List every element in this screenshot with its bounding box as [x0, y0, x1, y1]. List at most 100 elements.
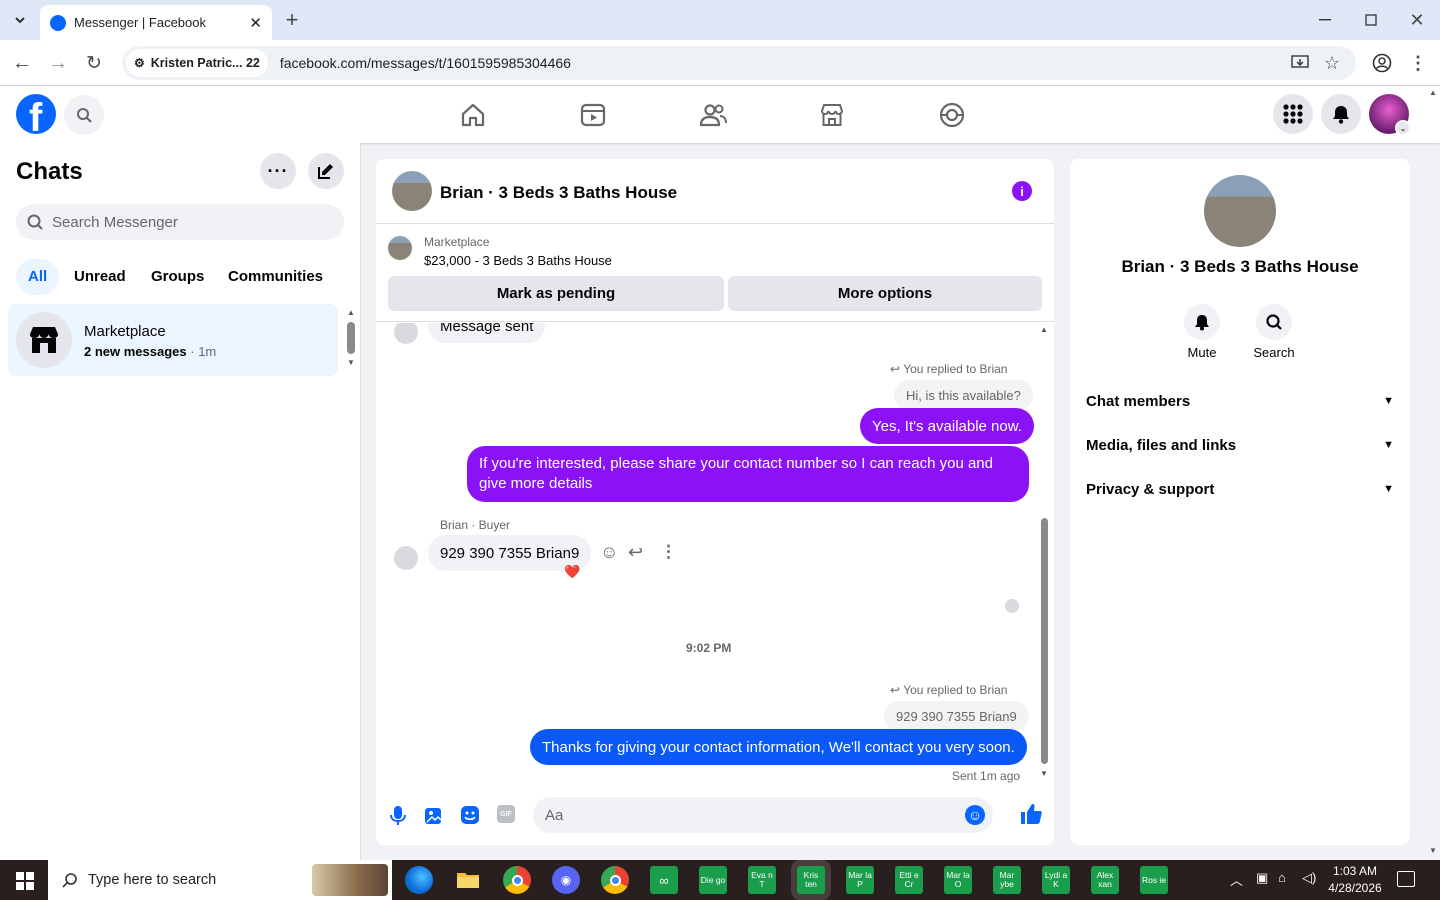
facebook-search-button[interactable]: [64, 95, 104, 135]
filter-all[interactable]: All: [16, 259, 60, 295]
friends-icon[interactable]: [698, 100, 728, 130]
outgoing-message[interactable]: If you're interested, please share your …: [467, 446, 1029, 502]
listing-thumbnail[interactable]: [388, 236, 412, 260]
volume-icon[interactable]: ◁): [1302, 870, 1316, 886]
emoji-icon[interactable]: ☺: [965, 805, 985, 825]
filter-communities[interactable]: Communities: [216, 259, 335, 295]
react-emoji-icon[interactable]: ☺: [600, 542, 618, 563]
taskbar-app-icon[interactable]: ∞: [650, 866, 678, 894]
chat-options-button[interactable]: ···: [260, 153, 296, 189]
taskbar-app-evan[interactable]: Eva n T: [748, 866, 776, 894]
thread-scrollbar[interactable]: ▲ ▼: [1038, 323, 1050, 787]
taskbar-search-box[interactable]: Type here to search: [48, 860, 392, 900]
details-avatar[interactable]: [1204, 175, 1276, 247]
privacy-support-section[interactable]: Privacy & support ▼: [1086, 473, 1394, 505]
taskbar-app-lydia[interactable]: Lydi a K: [1042, 866, 1070, 894]
taskbar-app-rosie[interactable]: Ros ie: [1140, 866, 1168, 894]
windows-taskbar: Type here to search ◉ ∞ Die go Eva n T K…: [0, 860, 1440, 900]
more-options-button[interactable]: More options: [728, 276, 1042, 311]
network-icon[interactable]: ⌂: [1278, 870, 1286, 885]
outgoing-message[interactable]: Thanks for giving your contact informati…: [530, 729, 1027, 765]
facebook-favicon-icon: [50, 14, 66, 31]
facebook-logo-icon[interactable]: f: [16, 94, 56, 134]
buyer-avatar: [394, 546, 418, 570]
taskbar-app-marla-p[interactable]: Mar la P: [846, 866, 874, 894]
clock[interactable]: 1:03 AM 4/28/2026: [1324, 863, 1386, 897]
chrome-profile-icon[interactable]: [601, 866, 629, 894]
filter-unread[interactable]: Unread: [62, 259, 138, 295]
tray-chevron-icon[interactable]: ︿: [1230, 870, 1243, 889]
notifications-button[interactable]: [1321, 94, 1361, 134]
home-icon[interactable]: [458, 100, 488, 130]
chevron-down-icon: ▼: [1383, 395, 1394, 407]
chrome-icon[interactable]: [503, 866, 531, 894]
mute-button[interactable]: [1184, 304, 1220, 340]
chrome-profile-icon[interactable]: [1370, 51, 1394, 75]
search-conversation-button[interactable]: [1256, 304, 1292, 340]
taskbar-app-marla-o[interactable]: Mar la O: [944, 866, 972, 894]
back-icon[interactable]: ←: [10, 51, 34, 75]
tray-meet-icon[interactable]: ▣: [1256, 870, 1268, 886]
file-explorer-icon[interactable]: [454, 866, 482, 894]
bookmark-star-icon[interactable]: ☆: [1320, 51, 1344, 75]
sticker-icon[interactable]: [460, 805, 480, 825]
marketplace-icon[interactable]: [817, 100, 847, 130]
conversation-avatar[interactable]: [392, 171, 432, 211]
sidebar-scrollbar[interactable]: ▲ ▼: [346, 308, 356, 368]
page-scrollbar[interactable]: ▲ ▼: [1426, 86, 1440, 860]
more-actions-icon[interactable]: ⋮: [660, 542, 677, 562]
reload-icon[interactable]: ↻: [82, 51, 106, 75]
filter-groups[interactable]: Groups: [139, 259, 216, 295]
site-info-chip[interactable]: ⚙ Kristen Patric... 22: [126, 49, 268, 77]
conversation-info-icon[interactable]: i: [1012, 181, 1032, 201]
outgoing-message[interactable]: Yes, It's available now.: [860, 408, 1034, 444]
gaming-icon[interactable]: [937, 100, 967, 130]
edge-icon[interactable]: [405, 866, 433, 894]
conversation-header: Brian · 3 Beds 3 Baths House i: [376, 159, 1054, 224]
forward-icon[interactable]: →: [46, 51, 70, 75]
chat-members-section[interactable]: Chat members ▼: [1086, 385, 1394, 417]
minimize-icon[interactable]: [1313, 8, 1337, 32]
notification-center-icon[interactable]: [1397, 871, 1415, 887]
omnibox[interactable]: ⚙ Kristen Patric... 22 facebook.com/mess…: [122, 46, 1356, 80]
account-avatar[interactable]: ⌄: [1369, 94, 1411, 136]
like-thumb-icon[interactable]: [1020, 803, 1042, 825]
video-icon[interactable]: [578, 100, 608, 130]
message-input[interactable]: Aa ☺: [533, 797, 993, 833]
mute-label: Mute: [1187, 345, 1217, 360]
taskbar-app-alexxan[interactable]: Alex xan: [1091, 866, 1119, 894]
replied-label-text: You replied to Brian: [903, 362, 1008, 376]
discord-icon[interactable]: ◉: [552, 866, 580, 894]
chat-list-item[interactable]: Marketplace 2 new messages · 1m: [8, 304, 338, 376]
photo-icon[interactable]: [424, 805, 444, 825]
quoted-message[interactable]: 929 390 7355 Brian9: [884, 701, 1029, 731]
reply-icon[interactable]: ↩: [628, 542, 643, 563]
close-window-icon[interactable]: ✕: [1405, 8, 1429, 32]
new-tab-icon[interactable]: +: [280, 7, 304, 32]
browser-menu-icon[interactable]: ⋮: [1406, 51, 1430, 75]
quoted-message[interactable]: Hi, is this available?: [894, 380, 1033, 410]
restore-icon[interactable]: [1359, 8, 1383, 32]
url-text[interactable]: facebook.com/messages/t/1601595985304466: [280, 55, 571, 71]
taskbar-app-ettie[interactable]: Etti e Cr: [895, 866, 923, 894]
menu-button[interactable]: [1273, 94, 1313, 134]
install-app-icon[interactable]: [1288, 51, 1312, 75]
heart-reaction[interactable]: ❤️: [564, 564, 580, 580]
media-files-links-section[interactable]: Media, files and links ▼: [1086, 429, 1394, 461]
taskbar-app-marybe[interactable]: Mar ybe: [993, 866, 1021, 894]
browser-tab[interactable]: Messenger | Facebook ✕: [40, 5, 272, 40]
search-messenger-input[interactable]: Search Messenger: [16, 204, 344, 240]
search-label: Search: [1253, 345, 1295, 360]
taskbar-app-kristen[interactable]: Kris ten: [791, 860, 831, 900]
microphone-icon[interactable]: [388, 805, 408, 827]
gif-icon[interactable]: GIF: [497, 805, 515, 823]
tab-list-icon[interactable]: [8, 8, 32, 32]
close-tab-icon[interactable]: ✕: [249, 14, 262, 32]
conversation-title[interactable]: Brian · 3 Beds 3 Baths House: [440, 183, 677, 203]
listing-title[interactable]: $23,000 - 3 Beds 3 Baths House: [424, 253, 612, 268]
new-message-button[interactable]: [308, 153, 344, 189]
replied-label: ↩ You replied to Brian: [890, 683, 1007, 697]
windows-start-icon[interactable]: [16, 872, 34, 890]
taskbar-app-diego[interactable]: Die go: [699, 866, 727, 894]
mark-as-pending-button[interactable]: Mark as pending: [388, 276, 724, 311]
